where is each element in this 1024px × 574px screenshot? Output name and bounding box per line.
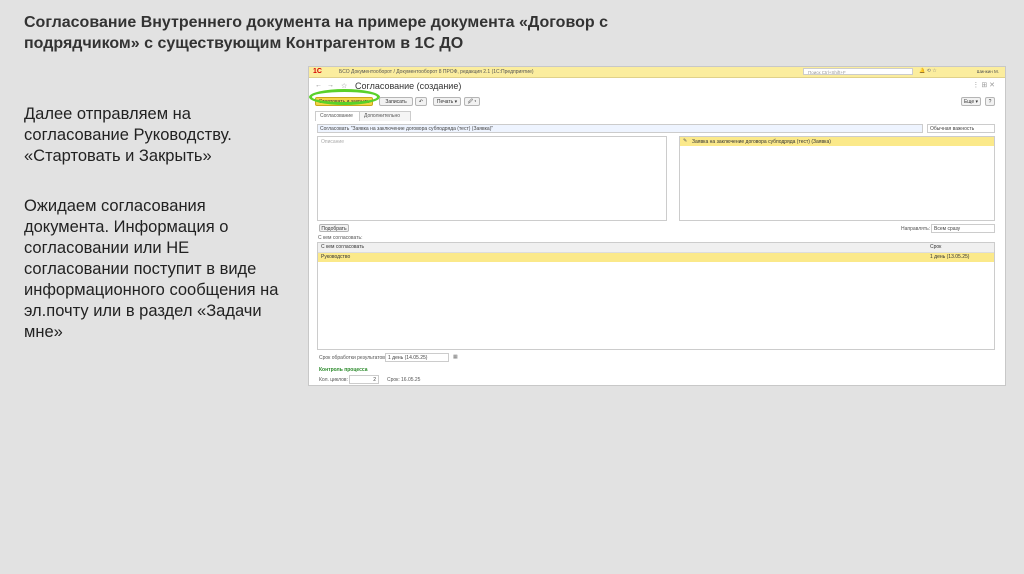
- calendar-icon[interactable]: ▦: [453, 354, 458, 360]
- approver-cell: Руководство: [321, 254, 351, 260]
- subject-field[interactable]: Согласовать "Заявка на заключение догово…: [317, 124, 923, 133]
- term-cell: 1 день (13.05.25): [930, 254, 970, 260]
- titlebar-icons[interactable]: 🔔 ⟲ ☆: [919, 68, 937, 74]
- table-row[interactable]: Руководство 1 день (13.05.25): [318, 253, 994, 262]
- description-placeholder: Описание: [321, 139, 345, 145]
- back-doc-icon[interactable]: ↶: [415, 97, 427, 106]
- column-header-term: Срок: [930, 244, 942, 250]
- approvers-label: С кем согласовать:: [318, 235, 363, 241]
- help-button[interactable]: ?: [985, 97, 995, 106]
- direction-select[interactable]: Всем сразу: [931, 224, 995, 233]
- attachment-label: Заявка на заключение договора субподряда…: [692, 139, 831, 145]
- slide-title: Согласование Внутреннего документа на пр…: [24, 14, 608, 52]
- instruction-text: Далее отправляем на согласование Руковод…: [24, 105, 232, 165]
- cycles-field[interactable]: 2: [349, 375, 379, 384]
- deadline-field[interactable]: 1 день (14.05.25): [385, 353, 449, 362]
- approvers-table: С кем согласовать Срок Руководство 1 ден…: [317, 242, 995, 350]
- description-area[interactable]: Описание: [317, 136, 667, 221]
- back-arrow-icon[interactable]: ←: [315, 82, 322, 89]
- app-titlebar: 1С БСО Документооборот / Документооборот…: [309, 67, 1005, 78]
- window-controls-icon[interactable]: ⋮ ⊞ ✕: [972, 81, 995, 89]
- term-label: Срок:: [387, 377, 400, 383]
- form-title: Согласование (создание): [355, 81, 462, 91]
- global-search-input[interactable]: Поиск Ctrl+Shift+F: [803, 68, 913, 75]
- column-header-approver: С кем согласовать: [321, 244, 365, 250]
- highlight-circle: [309, 89, 380, 105]
- save-button[interactable]: Записать: [379, 97, 413, 106]
- tab-additional[interactable]: Дополнительно: [359, 111, 411, 121]
- print-button[interactable]: Печать ▾: [433, 97, 461, 106]
- attachment-item[interactable]: ✎ Заявка на заключение договора субподря…: [680, 137, 994, 146]
- forward-arrow-icon[interactable]: →: [327, 82, 334, 89]
- term-value: 16.05.25: [401, 377, 421, 383]
- direction-label: Направлять:: [901, 226, 931, 232]
- deadline-label: Срок обработки результатов:: [319, 355, 387, 361]
- importance-select[interactable]: Обычная важность: [927, 124, 995, 133]
- attachment-icon: ✎: [683, 138, 688, 144]
- user-name[interactable]: Шинкин М.: [977, 69, 999, 74]
- pick-button[interactable]: Подобрать: [319, 224, 349, 232]
- form-header: ← → ☆ Согласование (создание) ⋮ ⊞ ✕: [309, 78, 1005, 94]
- tab-approval[interactable]: Согласование: [315, 111, 363, 121]
- info-text: Ожидаем согласования документа. Информац…: [24, 197, 279, 341]
- cycles-label: Кол. циклов:: [319, 377, 348, 383]
- app-screenshot: 1С БСО Документооборот / Документооборот…: [308, 66, 1006, 386]
- process-control-label[interactable]: Контроль процесса: [319, 367, 368, 373]
- app-title: БСО Документооборот / Документооборот 8 …: [339, 69, 534, 75]
- more-button[interactable]: Еще ▾: [961, 97, 981, 106]
- attach-button[interactable]: 🖉 ▾: [464, 97, 480, 106]
- table-header: С кем согласовать Срок: [318, 243, 994, 253]
- 1c-logo: 1С: [313, 68, 322, 75]
- attachments-panel: ✎ Заявка на заключение договора субподря…: [679, 136, 995, 221]
